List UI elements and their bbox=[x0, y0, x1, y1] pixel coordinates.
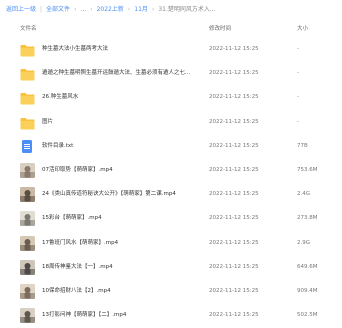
video-thumbnail bbox=[20, 259, 35, 275]
column-header-size[interactable]: 大小 bbox=[297, 22, 308, 36]
folder-icon bbox=[20, 90, 35, 105]
video-thumbnail bbox=[20, 308, 35, 324]
file-row[interactable]: 图片 2022-11-12 15:25 - bbox=[0, 112, 342, 135]
file-name[interactable]: 07活印取势【萌萌家】.mp4 bbox=[42, 160, 192, 181]
file-size: 649.6M bbox=[297, 263, 318, 270]
file-name[interactable]: 26.种生墓风水 bbox=[42, 87, 192, 108]
breadcrumb-chevron-icon: › bbox=[151, 6, 155, 13]
file-name[interactable]: 遁遁之种生墓明照生墓开运鼓遁大法、生墓必须有遁人之七... bbox=[42, 63, 192, 84]
video-thumbnail bbox=[20, 211, 35, 227]
file-size: 273.8M bbox=[297, 215, 318, 222]
file-modified-time: 2022-11-12 15:25 bbox=[209, 167, 259, 173]
file-row[interactable]: 种生墓大法小生墓两考大法 2022-11-12 15:25 - bbox=[0, 39, 342, 62]
breadcrumb-2022[interactable]: 2022上新 bbox=[97, 4, 124, 16]
back-link[interactable]: 返回上一级 bbox=[6, 4, 36, 16]
breadcrumb-chevron-icon: › bbox=[127, 6, 131, 13]
breadcrumb-chevron-icon: › bbox=[90, 6, 93, 13]
file-size: 2.4G bbox=[297, 191, 311, 198]
text-file-icon bbox=[20, 139, 35, 154]
file-size: - bbox=[297, 70, 299, 77]
file-modified-time: 2022-11-12 15:25 bbox=[209, 288, 259, 294]
file-size: 77B bbox=[297, 142, 308, 149]
file-modified-time: 2022-11-12 15:25 bbox=[209, 46, 259, 52]
file-list-header: 文件名 修改时间 大小 bbox=[0, 22, 342, 36]
file-row[interactable]: 遁遁之种生墓明照生墓开运鼓遁大法、生墓必须有遁人之七... 2022-11-12 … bbox=[0, 63, 342, 86]
file-modified-time: 2022-11-12 15:25 bbox=[209, 142, 259, 149]
file-size: 502.5M bbox=[297, 312, 318, 319]
file-row[interactable]: 13打影问神【萌萌家】【二】.mp4 2022-11-12 15:25 502.5M bbox=[0, 305, 342, 328]
column-header-time[interactable]: 修改时间 bbox=[209, 22, 231, 36]
file-modified-time: 2022-11-12 15:25 bbox=[209, 312, 259, 319]
folder-icon bbox=[20, 66, 35, 81]
breadcrumb-current: 31.楚明同风方术入... bbox=[158, 6, 216, 13]
video-thumbnail bbox=[20, 235, 35, 251]
file-size: 909.4M bbox=[297, 288, 318, 294]
file-modified-time: 2022-11-12 15:25 bbox=[209, 191, 259, 198]
file-size: 2.9G bbox=[297, 239, 311, 246]
file-modified-time: 2022-11-12 15:25 bbox=[209, 94, 259, 101]
file-name[interactable]: 18周传神鉴大法【一】.mp4 bbox=[42, 257, 192, 278]
file-modified-time: 2022-11-12 15:25 bbox=[209, 70, 259, 77]
file-name[interactable]: 种生墓大法小生墓两考大法 bbox=[42, 39, 192, 60]
breadcrumb-chevron-icon: › bbox=[74, 6, 77, 13]
file-name[interactable]: 24《类山真传道符秘诀大公开》【萌萌家】第二课.mp4 bbox=[42, 184, 192, 205]
file-modified-time: 2022-11-12 15:25 bbox=[209, 215, 259, 222]
file-name[interactable]: 17鲁班门风水【萌萌家】.mp4 bbox=[42, 233, 192, 254]
file-name[interactable]: 图片 bbox=[42, 112, 192, 133]
file-name[interactable]: 10保命招财八法【2】.mp4 bbox=[42, 281, 192, 302]
file-size: - bbox=[297, 94, 299, 101]
file-name[interactable]: 软件目录.txt bbox=[42, 136, 192, 157]
video-thumbnail bbox=[20, 163, 35, 178]
file-modified-time: 2022-11-12 15:25 bbox=[209, 263, 259, 270]
breadcrumb-november[interactable]: 11月 bbox=[134, 4, 148, 16]
file-row[interactable]: 07活印取势【萌萌家】.mp4 2022-11-12 15:25 753.6M bbox=[0, 160, 342, 183]
folder-icon bbox=[20, 42, 35, 57]
file-name[interactable]: 13打影问神【萌萌家】【二】.mp4 bbox=[42, 305, 192, 326]
folder-icon bbox=[20, 115, 35, 130]
file-size: - bbox=[297, 46, 299, 52]
file-row[interactable]: 18周传神鉴大法【一】.mp4 2022-11-12 15:25 649.6M bbox=[0, 257, 342, 280]
file-size: 753.6M bbox=[297, 167, 318, 173]
file-row[interactable]: 24《类山真传道符秘诀大公开》【萌萌家】第二课.mp4 2022-11-12 15… bbox=[0, 184, 342, 207]
file-row[interactable]: 软件目录.txt 2022-11-12 15:25 77B bbox=[0, 136, 342, 159]
file-row[interactable]: 26.种生墓风水 2022-11-12 15:25 - bbox=[0, 87, 342, 110]
file-name[interactable]: 15彩台【萌萌家】.mp4 bbox=[42, 208, 192, 229]
breadcrumb-separator: | bbox=[40, 6, 43, 13]
video-thumbnail bbox=[20, 284, 35, 299]
file-row[interactable]: 17鲁班门风水【萌萌家】.mp4 2022-11-12 15:25 2.9G bbox=[0, 233, 342, 256]
file-size: - bbox=[297, 118, 299, 125]
file-row[interactable]: 10保命招财八法【2】.mp4 2022-11-12 15:25 909.4M bbox=[0, 281, 342, 304]
breadcrumb: 返回上一级 | 全部文件 › ... › 2022上新 › 11月 › 31.楚… bbox=[6, 4, 216, 16]
video-thumbnail bbox=[20, 187, 35, 203]
file-modified-time: 2022-11-12 15:25 bbox=[209, 118, 259, 125]
file-modified-time: 2022-11-12 15:25 bbox=[209, 239, 259, 246]
breadcrumb-all-files[interactable]: 全部文件 bbox=[46, 4, 70, 16]
column-header-name[interactable]: 文件名 bbox=[20, 22, 37, 36]
file-row[interactable]: 15彩台【萌萌家】.mp4 2022-11-12 15:25 273.8M bbox=[0, 208, 342, 231]
breadcrumb-ellipsis[interactable]: ... bbox=[80, 4, 86, 16]
